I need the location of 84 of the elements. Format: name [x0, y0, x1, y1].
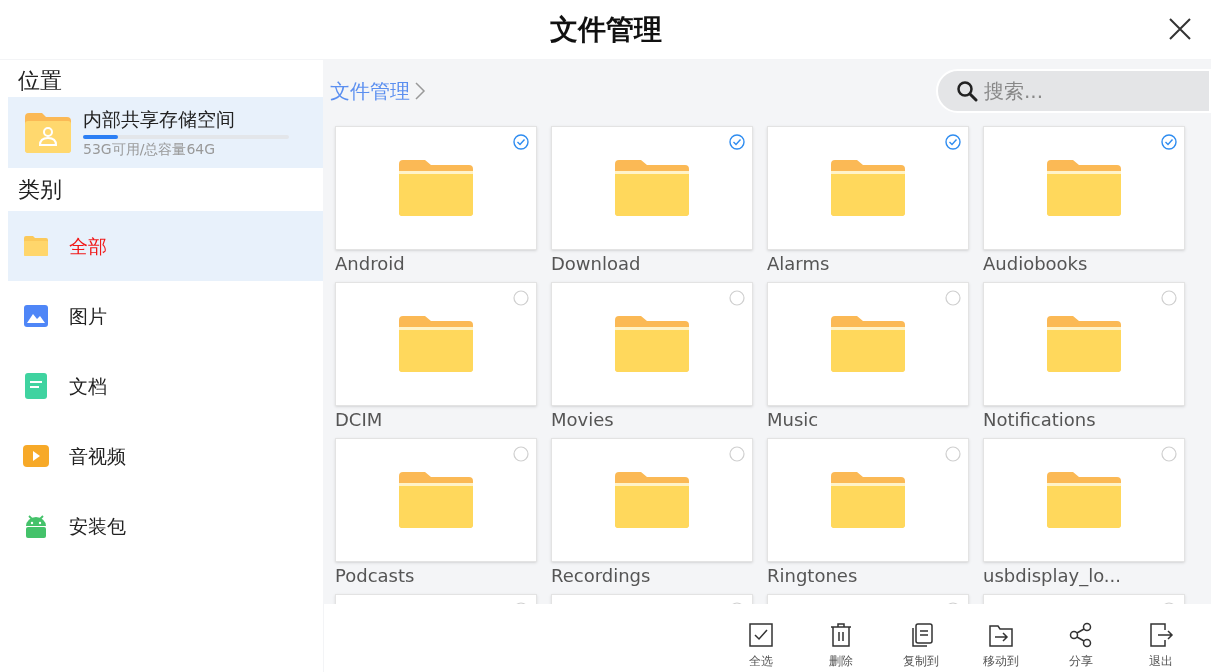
video-icon	[23, 445, 49, 467]
folder-arrow-icon	[988, 622, 1014, 648]
image-icon	[24, 305, 48, 327]
storage-info: 53G可用/总容量64G	[83, 139, 217, 159]
folder-name: Audiobooks	[983, 252, 1089, 276]
category-item[interactable]: 文档	[8, 351, 323, 421]
folder-card[interactable]	[767, 282, 969, 406]
folder-card[interactable]	[983, 282, 1185, 406]
folder-icon	[1047, 316, 1121, 372]
folder-name: Alarms	[767, 252, 831, 276]
folder-icon	[399, 160, 473, 216]
folder-name: usbdisplay_lo...	[983, 564, 1122, 589]
folder-name: Ringtones	[767, 564, 859, 588]
search-field[interactable]: 搜索...	[936, 69, 1211, 113]
category-label: 全部	[69, 233, 107, 259]
folder-icon	[399, 472, 473, 528]
toolbar-button[interactable]: 退出	[1121, 604, 1201, 672]
folder-card[interactable]	[335, 282, 537, 406]
section-heading: 位置	[18, 67, 62, 95]
folder-name: Download	[551, 252, 642, 276]
category-item[interactable]: 音视频	[8, 421, 323, 491]
folder-card[interactable]	[551, 438, 753, 562]
unchecked-circle-icon[interactable]	[729, 446, 745, 462]
folder-name: Notifications	[983, 408, 1097, 432]
folder-name: Movies	[551, 408, 615, 432]
folder-card[interactable]	[551, 126, 753, 250]
folder-card[interactable]	[767, 438, 969, 562]
unchecked-circle-icon[interactable]	[513, 446, 529, 462]
folder-card[interactable]	[983, 126, 1185, 250]
unchecked-circle-icon[interactable]	[945, 446, 961, 462]
folder-icon	[615, 160, 689, 216]
folder-icon	[1047, 472, 1121, 528]
folder-icon	[1047, 160, 1121, 216]
user-folder-icon	[25, 112, 71, 153]
category-item[interactable]: 图片	[8, 281, 323, 351]
folder-name: Music	[767, 408, 820, 432]
storage-item[interactable]: 内部共享存储空间 53G可用/总容量64G	[8, 97, 323, 168]
category-label: 文档	[69, 373, 107, 399]
share-icon	[1068, 622, 1094, 648]
folder-icon	[831, 472, 905, 528]
folder-name: Podcasts	[335, 564, 416, 588]
folder-card[interactable]	[551, 282, 753, 406]
folder-card[interactable]	[983, 438, 1185, 562]
category-label: 安装包	[69, 513, 126, 539]
android-icon	[24, 514, 48, 538]
checkbox-icon	[748, 622, 774, 648]
folder-card[interactable]	[335, 126, 537, 250]
folder-icon	[399, 316, 473, 372]
checked-circle-icon[interactable]	[729, 134, 745, 150]
folder-name: Recordings	[551, 564, 652, 588]
category-item[interactable]: 安装包	[8, 491, 323, 561]
folder-name: DCIM	[335, 408, 384, 432]
folder-icon	[615, 472, 689, 528]
checked-circle-icon[interactable]	[513, 134, 529, 150]
checked-circle-icon[interactable]	[945, 134, 961, 150]
toolbar-button[interactable]: 全选	[721, 604, 801, 672]
folder-name: Android	[335, 252, 406, 276]
folder-icon	[831, 160, 905, 216]
folder-icon	[24, 236, 48, 256]
unchecked-circle-icon[interactable]	[513, 290, 529, 306]
checked-circle-icon[interactable]	[1161, 134, 1177, 150]
section-heading: 类别	[18, 176, 62, 204]
chevron-right-icon	[414, 81, 426, 101]
toolbar-button[interactable]: 删除	[801, 604, 881, 672]
toolbar-button[interactable]: 移动到	[961, 604, 1041, 672]
exit-icon	[1148, 622, 1174, 648]
unchecked-circle-icon[interactable]	[1161, 446, 1177, 462]
unchecked-circle-icon[interactable]	[1161, 290, 1177, 306]
folder-card[interactable]	[335, 438, 537, 562]
folder-card[interactable]	[767, 126, 969, 250]
toolbar-button[interactable]: 复制到	[881, 604, 961, 672]
storage-name: 内部共享存储空间	[83, 106, 236, 131]
category-label: 音视频	[69, 443, 126, 469]
window-title: 文件管理	[549, 11, 662, 48]
unchecked-circle-icon[interactable]	[729, 290, 745, 306]
search-icon	[956, 80, 978, 102]
category-label: 图片	[69, 303, 107, 329]
folder-icon	[615, 316, 689, 372]
document-icon	[25, 373, 47, 399]
folder-icon	[831, 316, 905, 372]
trash-icon	[828, 622, 854, 648]
category-item[interactable]: 全部	[8, 211, 323, 281]
toolbar-button[interactable]: 分享	[1041, 604, 1121, 672]
unchecked-circle-icon[interactable]	[945, 290, 961, 306]
